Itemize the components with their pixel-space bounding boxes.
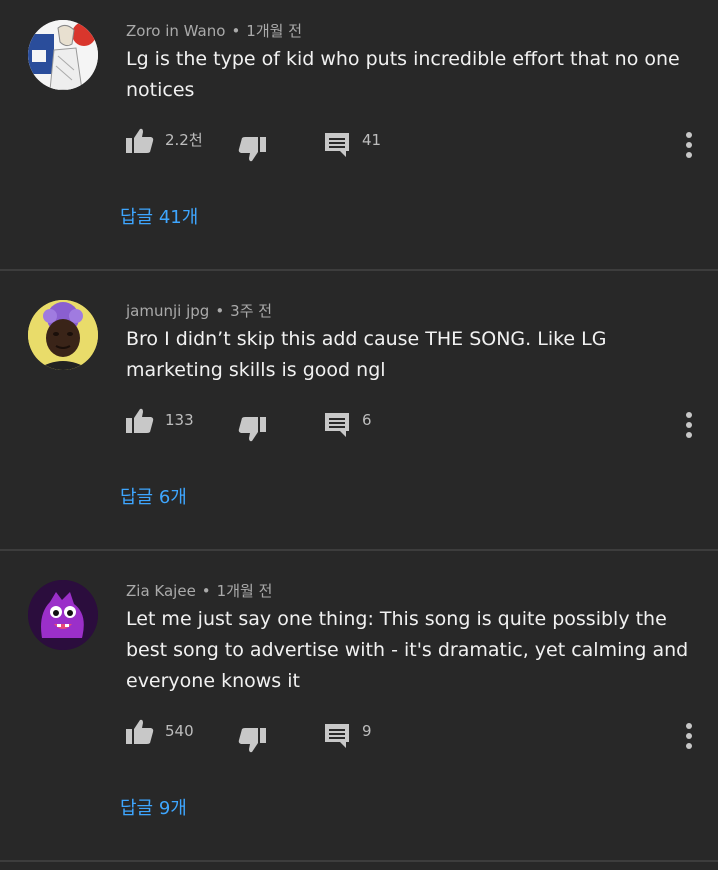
person-photo-avatar-icon xyxy=(28,300,98,370)
comment-bubble-icon xyxy=(325,413,349,437)
meta-separator: • xyxy=(231,22,241,40)
comment-divider xyxy=(0,269,718,271)
comment-bubble-icon xyxy=(325,133,349,157)
thumbs-down-icon xyxy=(238,137,266,162)
comment-time: 3주 전 xyxy=(230,302,273,320)
meta-separator: • xyxy=(215,302,225,320)
comment-bubble-icon xyxy=(325,724,349,748)
vertical-dots-icon xyxy=(686,132,692,158)
comment-text: Let me just say one thing: This song is … xyxy=(126,608,689,692)
like-count: 540 xyxy=(165,722,194,740)
thumbs-up-icon xyxy=(126,408,154,433)
meta-separator: • xyxy=(201,582,211,600)
more-options-button[interactable] xyxy=(680,721,698,751)
author-name[interactable]: Zia Kajee xyxy=(126,582,196,600)
more-options-button[interactable] xyxy=(680,130,698,160)
more-options-button[interactable] xyxy=(680,410,698,440)
purple-monster-avatar-icon xyxy=(28,580,98,650)
view-replies-link[interactable]: 답글 41개 xyxy=(120,206,198,230)
thumbs-down-icon xyxy=(238,728,266,753)
comment-time: 1개월 전 xyxy=(216,582,273,600)
comment-meta: jamunji jpg • 3주 전 xyxy=(126,301,272,321)
comment-meta: Zoro in Wano • 1개월 전 xyxy=(126,21,302,41)
avatar[interactable] xyxy=(28,300,98,370)
avatar[interactable] xyxy=(28,20,98,90)
reply-button[interactable] xyxy=(324,132,350,158)
reply-button[interactable] xyxy=(324,412,350,438)
thumbs-down-icon xyxy=(238,417,266,442)
avatar[interactable] xyxy=(28,580,98,650)
like-button[interactable] xyxy=(126,719,154,745)
reply-count: 6 xyxy=(362,411,372,429)
author-name[interactable]: jamunji jpg xyxy=(126,302,209,320)
author-name[interactable]: Zoro in Wano xyxy=(126,22,225,40)
reply-count: 41 xyxy=(362,131,382,149)
comment-meta: Zia Kajee • 1개월 전 xyxy=(126,581,272,601)
anime-character-avatar-icon xyxy=(28,20,98,90)
vertical-dots-icon xyxy=(686,412,692,438)
thumbs-up-icon xyxy=(126,719,154,744)
dislike-button[interactable] xyxy=(238,136,266,162)
reply-button[interactable] xyxy=(324,723,350,749)
vertical-dots-icon xyxy=(686,723,692,749)
comment-time: 1개월 전 xyxy=(246,22,303,40)
reply-count: 9 xyxy=(362,722,372,740)
like-count: 2.2천 xyxy=(165,131,203,149)
view-replies-link[interactable]: 답글 9개 xyxy=(120,797,187,821)
like-button[interactable] xyxy=(126,128,154,154)
view-replies-link[interactable]: 답글 6개 xyxy=(120,486,187,510)
comment-text: Bro I didn’t skip this add cause THE SON… xyxy=(126,328,607,381)
comment-text: Lg is the type of kid who puts incredibl… xyxy=(126,48,680,101)
dislike-button[interactable] xyxy=(238,727,266,753)
comment-feed: Zoro in Wano • 1개월 전 Lg is the type of kid… xyxy=(0,0,718,870)
comment-divider xyxy=(0,860,718,862)
like-count: 133 xyxy=(165,411,194,429)
thumbs-up-icon xyxy=(126,128,154,153)
like-button[interactable] xyxy=(126,408,154,434)
comment-divider xyxy=(0,549,718,551)
dislike-button[interactable] xyxy=(238,416,266,442)
